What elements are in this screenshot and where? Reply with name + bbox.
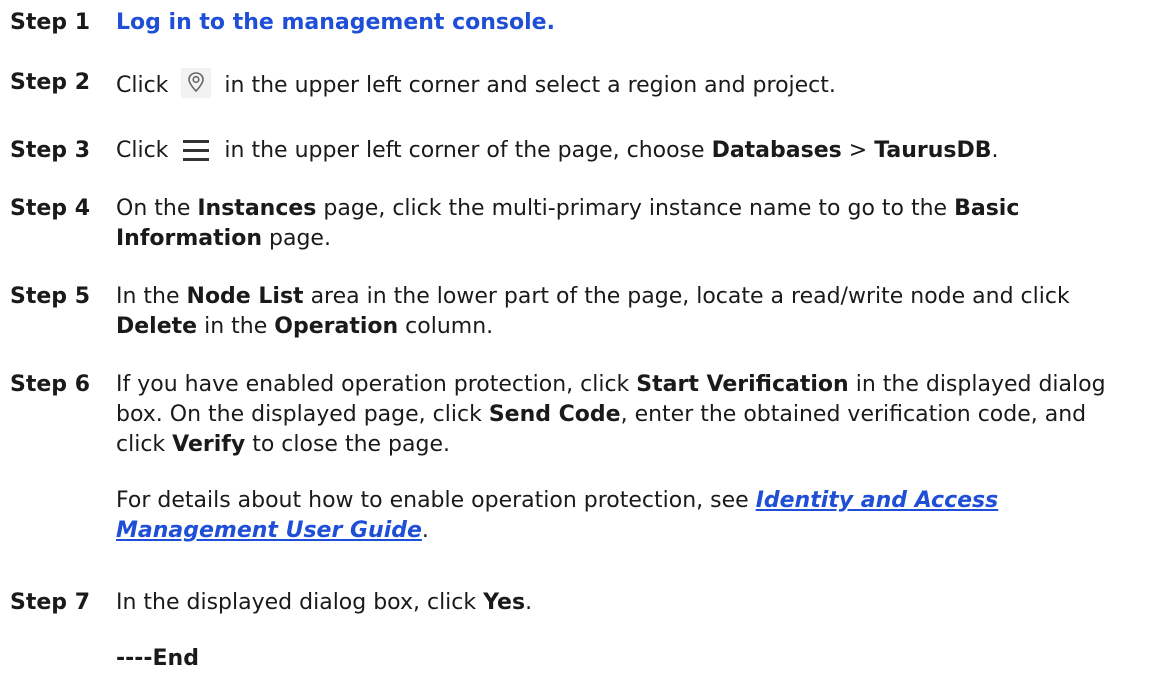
step-text: column. (405, 314, 494, 339)
step-label: Step 6 (10, 372, 90, 397)
step-text: In the (116, 284, 180, 309)
note-text: For details about how to enable operatio… (116, 488, 749, 513)
step-text: Click (116, 73, 169, 98)
step-text: In the displayed dialog box, click (116, 590, 477, 615)
period: . (525, 590, 533, 615)
period: . (991, 138, 999, 163)
send-code-term: Send Code (488, 402, 621, 427)
hamburger-menu-icon (181, 139, 211, 172)
step-text: to close the page. (252, 432, 450, 457)
separator: > (848, 138, 868, 163)
taurusdb-term: TaurusDB (874, 138, 992, 163)
step-text: page. (269, 226, 331, 251)
step-label: Step 7 (10, 590, 90, 615)
step-text: in the upper left corner and select a re… (224, 73, 836, 98)
location-pin-icon (181, 68, 212, 107)
step-label: Step 2 (10, 70, 90, 95)
step-text: page, click the multi-primary instance n… (323, 196, 948, 221)
delete-term: Delete (116, 314, 198, 339)
step-text: If you have enabled operation protection… (116, 372, 630, 397)
step-text: area in the lower part of the page, loca… (310, 284, 1070, 309)
management-console-link[interactable]: Log in to the management console. (116, 10, 555, 35)
verify-term: Verify (172, 432, 246, 457)
step-label: Step 5 (10, 284, 90, 309)
start-verification-term: Start Verification (636, 372, 849, 397)
node-list-term: Node List (186, 284, 304, 309)
step-label: Step 1 (10, 10, 90, 35)
databases-term: Databases (711, 138, 842, 163)
yes-term: Yes (483, 590, 526, 615)
step-label: Step 3 (10, 138, 90, 163)
step-text: in the upper left corner of the page, ch… (224, 138, 705, 163)
step-text: in the (204, 314, 268, 339)
step-label: Step 4 (10, 196, 90, 221)
operation-term: Operation (274, 314, 399, 339)
end-marker: ----End (116, 646, 199, 671)
step-note: For details about how to enable operatio… (116, 486, 1138, 546)
step-text: On the (116, 196, 191, 221)
step-text: Click (116, 138, 169, 163)
period: . (421, 518, 429, 543)
instances-term: Instances (197, 196, 317, 221)
